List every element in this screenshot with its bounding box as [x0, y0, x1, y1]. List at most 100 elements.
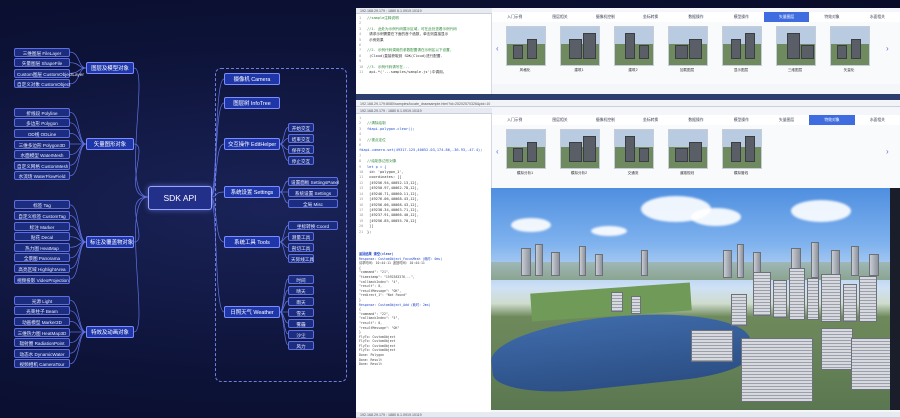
mid-code-editor[interactable]: 1 2//清除绘制 3 fdapi.polygon.clear(); 4 5//视点定位 6… [356, 114, 492, 250]
thumb-building [583, 33, 596, 59]
mindmap-link [133, 196, 149, 333]
left-branch-0: 图层及模型对象 [86, 62, 134, 74]
sample-thumbnail[interactable] [506, 26, 546, 66]
left-leaf: 热力图 HeatMap [14, 242, 70, 252]
thumb-building [675, 148, 688, 162]
thumbnail-caption: 模拟分析1 [516, 171, 534, 175]
code-line: 6fdapi.camera.set(49317.125,40052.03,174… [359, 143, 488, 154]
right-leaf: 时间 [288, 274, 314, 284]
mindmap-link [69, 241, 87, 259]
code-line: 11 api.*('...samples/sample.js')中调用。 [359, 70, 488, 75]
mindmap-link [69, 51, 87, 69]
sample-tab[interactable]: 模型操作 [719, 115, 764, 125]
top-code-editor[interactable]: 1//sample注释说明 2 3//1. 此处为示例代码展示区域，可在此处查看示例… [356, 14, 492, 94]
right-leaf: 坐标转换 Coord [288, 221, 338, 230]
left-leaf: 矢量图层 ShapeFile [14, 58, 70, 68]
mindmap-root: SDK API [148, 186, 212, 210]
thumb-building [625, 136, 635, 162]
code-text: //视点定位 [367, 137, 386, 142]
gallery-next-arrow-icon[interactable]: › [886, 44, 889, 53]
thumb-building [625, 33, 635, 59]
mid-window-url[interactable]: 192.168.29.179:8080/samples/locate_draws… [356, 101, 900, 107]
thumb-building [569, 142, 582, 162]
sample-thumbnail[interactable] [830, 26, 870, 66]
right-leaf: 雪天 [288, 307, 314, 317]
code-text: ]] [367, 224, 374, 229]
slide-background: SDK API 图层及模型对象 三维图层 FileLayer 矢量图层 ShapeF… [0, 0, 900, 418]
sample-thumbnail[interactable] [560, 26, 600, 66]
distant-tower [869, 254, 879, 276]
sample-thumbnail[interactable] [614, 26, 654, 66]
3d-city-scene[interactable] [491, 188, 890, 410]
sample-thumbnail[interactable] [668, 129, 708, 169]
gallery-prev-arrow-icon[interactable]: ‹ [496, 44, 499, 53]
right-leaf: 风力 [288, 340, 314, 350]
thumb-sky [723, 130, 761, 148]
sample-tab[interactable]: 摄像机控制 [583, 115, 628, 125]
left-leaf: 标签 Tag [14, 200, 70, 210]
mindmap-link [69, 204, 87, 243]
sample-tab[interactable]: 特效对象 [809, 12, 854, 22]
sample-tab[interactable]: 模型操作 [719, 12, 764, 22]
sdk-api-mindmap: SDK API 图层及模型对象 三维图层 FileLayer 矢量图层 ShapeF… [0, 0, 360, 418]
code-text: coordinates: [[ [367, 175, 402, 180]
right-leaf: 沙尘 [288, 329, 314, 339]
left-leaf: 自定义网格 CustomMesh [14, 160, 70, 170]
thumb-ground [723, 44, 761, 65]
sample-thumbnail[interactable] [560, 129, 600, 169]
line-number: 11 [359, 70, 364, 75]
sample-thumbnail[interactable] [506, 129, 546, 169]
sample-thumbnail[interactable] [776, 26, 816, 66]
sample-tab[interactable]: 水面相关 [855, 12, 900, 22]
distant-tower [641, 250, 648, 276]
city-building [859, 276, 877, 322]
thumbnail-caption: 三维图层 [787, 68, 803, 72]
sample-thumbnail[interactable] [722, 129, 762, 169]
city-building [843, 284, 857, 322]
sample-tab[interactable]: 图层相关 [537, 115, 582, 125]
sample-tab[interactable]: 坐标转换 [628, 115, 673, 125]
right-leaf: 开始交互 [288, 123, 314, 132]
code-text: //绘制多边形对象 [367, 159, 397, 164]
code-text: [49238.34,40063.71,12], [367, 207, 419, 212]
thumb-building [513, 148, 523, 162]
thumb-building [801, 45, 814, 59]
city-building [821, 274, 841, 322]
right-leaf: 系统设置 Settings [288, 187, 338, 197]
thumb-building [583, 136, 596, 162]
sample-tab[interactable]: 数据操作 [673, 115, 718, 125]
city-building [773, 280, 787, 318]
left-leaf: 辐射圈 RadiationPoint [14, 338, 70, 348]
thumb-building [527, 142, 537, 162]
sample-tab[interactable]: 摄像机控制 [583, 12, 628, 22]
bottom-statusbar: 192.168.29.179 : 1880 6.1.0919.10119 [356, 412, 900, 418]
sample-thumbnail[interactable] [614, 129, 654, 169]
sample-tab[interactable]: 图层相关 [537, 12, 582, 22]
gallery-prev-arrow-icon[interactable]: ‹ [496, 147, 499, 156]
distant-tower [811, 242, 819, 278]
sample-tab[interactable]: 入门示例 [492, 12, 537, 22]
city-building [631, 296, 641, 314]
sample-tab[interactable]: 入门示例 [492, 115, 537, 125]
gallery-next-arrow-icon[interactable]: › [886, 147, 889, 156]
left-leaf: 三维热力图 HeatMap3D [14, 327, 70, 337]
code-text: let p = { [367, 164, 387, 169]
right-branch-4: 系统工具 Tools [224, 236, 280, 248]
sample-thumbnail[interactable] [668, 26, 708, 66]
sample-tab[interactable]: 矢量图层 [764, 115, 809, 125]
sample-tab[interactable]: 坐标转换 [628, 12, 673, 22]
sample-tab[interactable]: 特效对象 [809, 115, 855, 125]
thumbnail-caption: 交通流 [627, 171, 639, 175]
thumb-building [639, 45, 649, 59]
right-leaf: 晴天 [288, 285, 314, 295]
response-log-panel[interactable]: 返回结果 清空(clear) Response: CustomObject_Fo… [356, 250, 491, 412]
sample-tab[interactable]: 数据操作 [673, 12, 718, 22]
thumbnail-caption: 模拟分析2 [570, 171, 588, 175]
sample-tab[interactable]: 矢量图层 [763, 12, 810, 22]
sample-thumbnail[interactable] [722, 26, 762, 66]
code-text: //清除绘制 [367, 121, 386, 126]
window-divider [356, 94, 900, 100]
thumbnail-caption: 风格化 [519, 68, 531, 72]
sample-tab[interactable]: 水面相关 [855, 115, 900, 125]
thumb-building [787, 33, 800, 59]
